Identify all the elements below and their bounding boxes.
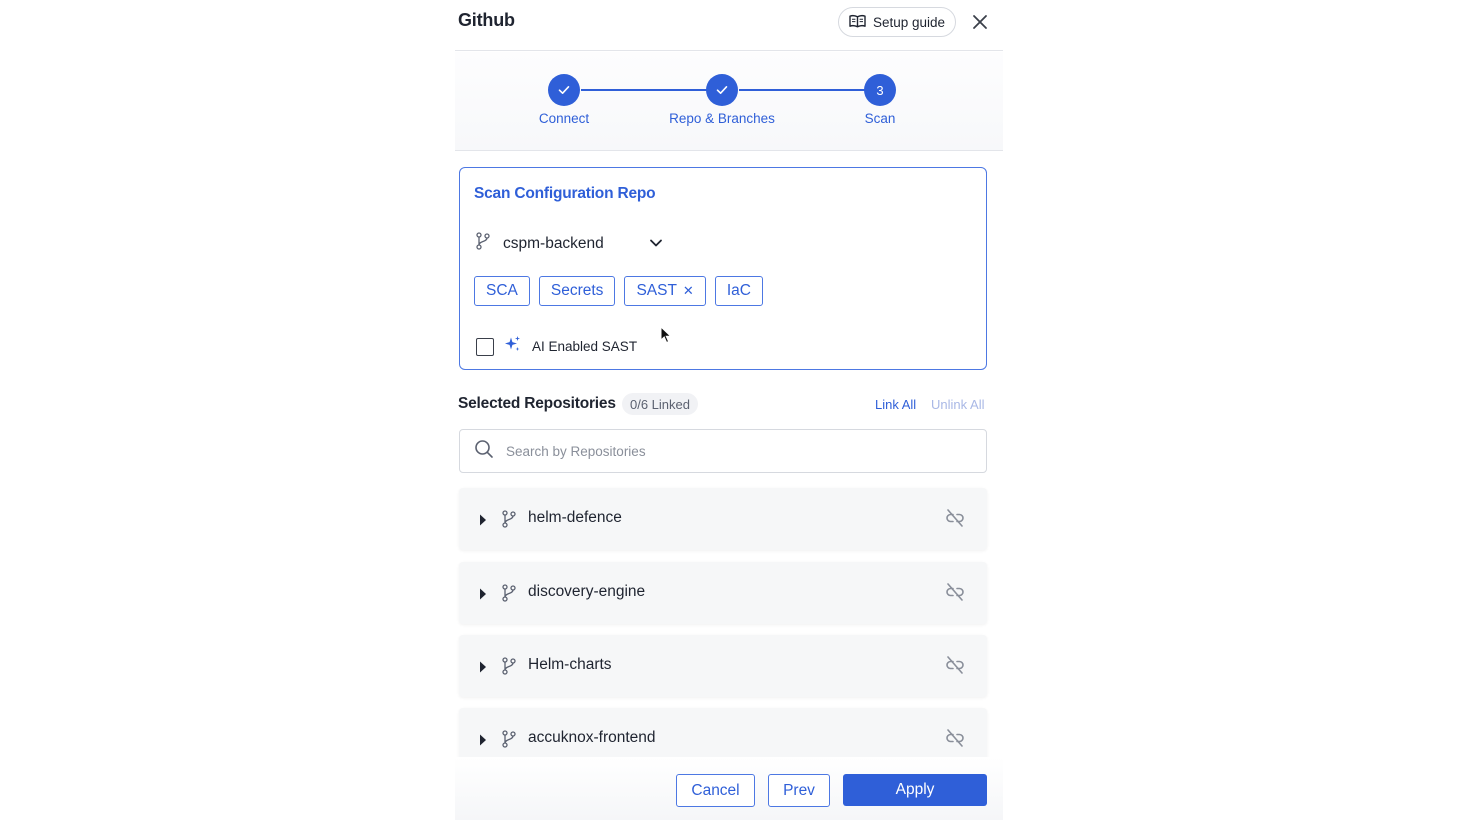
selected-repos-title: Selected Repositories <box>458 395 616 412</box>
selected-repos-header: Selected Repositories 0/6 Linked Link Al… <box>458 393 986 415</box>
book-icon <box>849 14 866 31</box>
prev-button[interactable]: Prev <box>768 774 830 807</box>
setup-guide-label: Setup guide <box>873 14 946 30</box>
unlink-icon[interactable] <box>945 583 965 606</box>
panel-header: Github Setup guide <box>455 0 1003 51</box>
repo-list-item[interactable]: helm-defence <box>459 488 987 550</box>
git-branch-icon <box>475 232 491 255</box>
ai-sast-option: AI Enabled SAST <box>476 335 637 358</box>
chip-label: SCA <box>486 282 518 299</box>
mouse-cursor-icon <box>660 325 672 349</box>
caret-right-icon[interactable] <box>479 513 487 531</box>
repo-list-item[interactable]: Helm-charts <box>459 635 987 697</box>
caret-right-icon[interactable] <box>479 587 487 605</box>
chip-sast[interactable]: SAST ✕ <box>624 276 706 306</box>
remove-chip-icon[interactable]: ✕ <box>683 283 694 299</box>
chip-label: Secrets <box>550 282 604 299</box>
git-branch-icon <box>501 730 517 753</box>
unlink-icon[interactable] <box>945 509 965 532</box>
check-icon <box>716 83 728 98</box>
step-connector <box>581 89 707 91</box>
caret-right-icon[interactable] <box>479 733 487 751</box>
git-branch-icon <box>501 584 517 607</box>
repo-name: discovery-engine <box>528 583 646 600</box>
close-icon <box>970 15 990 36</box>
chip-label: IaC <box>726 282 751 299</box>
panel-title: Github <box>458 10 515 30</box>
step-scan-circle[interactable]: 3 <box>864 74 896 106</box>
unlink-icon[interactable] <box>945 656 965 679</box>
git-branch-icon <box>501 657 517 680</box>
step-connector <box>739 89 865 91</box>
scan-type-chips: SCA Secrets SAST ✕ IaC <box>474 276 763 306</box>
repo-name: Helm-charts <box>528 656 612 673</box>
scan-configuration-card: Scan Configuration Repo cspm-backend SCA… <box>459 167 987 370</box>
repo-list-item[interactable]: discovery-engine <box>459 562 987 624</box>
sparkle-icon <box>504 335 522 358</box>
progress-stepper: Connect Repo & Branches 3 Scan <box>455 52 1003 151</box>
panel-footer: Cancel Prev Apply <box>455 757 1003 820</box>
chip-secrets[interactable]: Secrets <box>538 276 616 306</box>
cancel-button[interactable]: Cancel <box>676 774 755 807</box>
close-button[interactable] <box>970 12 990 32</box>
repo-dropdown[interactable]: cspm-backend <box>475 232 663 255</box>
setup-guide-button[interactable]: Setup guide <box>838 7 956 37</box>
chip-iac[interactable]: IaC <box>714 276 763 306</box>
step-repo-branches-circle[interactable] <box>706 74 738 106</box>
check-icon <box>558 83 570 98</box>
unlink-icon[interactable] <box>945 729 965 752</box>
step-connect-label: Connect <box>538 111 590 126</box>
link-all-link[interactable]: Link All <box>875 397 916 412</box>
chip-sca[interactable]: SCA <box>474 276 530 306</box>
linked-count-badge: 0/6 Linked <box>622 393 698 415</box>
chip-label: SAST <box>636 282 677 299</box>
caret-right-icon[interactable] <box>479 660 487 678</box>
step-connect-circle[interactable] <box>548 74 580 106</box>
repo-search-box <box>459 429 987 473</box>
search-icon <box>474 439 494 464</box>
step-scan-label: Scan <box>864 111 896 126</box>
repo-name: accuknox-frontend <box>528 729 656 746</box>
integration-panel: Github Setup guide Connect Repo & Branch… <box>455 0 1003 820</box>
apply-button[interactable]: Apply <box>843 774 987 806</box>
ai-sast-checkbox[interactable] <box>476 337 494 356</box>
selected-repo-value: cspm-backend <box>503 234 604 252</box>
step-repo-branches-label: Repo & Branches <box>669 111 775 126</box>
git-branch-icon <box>501 510 517 533</box>
search-input[interactable] <box>506 443 966 459</box>
repo-name: helm-defence <box>528 509 622 526</box>
unlink-all-link[interactable]: Unlink All <box>931 397 984 412</box>
chevron-down-icon <box>649 235 663 253</box>
ai-sast-label: AI Enabled SAST <box>532 339 638 354</box>
scan-config-title: Scan Configuration Repo <box>474 185 656 202</box>
